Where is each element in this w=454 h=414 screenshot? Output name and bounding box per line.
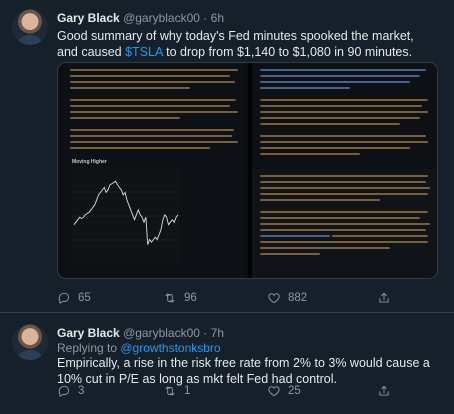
- reply-icon: [58, 292, 70, 304]
- article-image-right: [252, 63, 437, 278]
- tweet-header: Gary Black @garyblack00 · 7h: [57, 326, 224, 340]
- timestamp[interactable]: 6h: [211, 11, 224, 25]
- tweet[interactable]: Gary Black @garyblack00 · 7h Replying to…: [0, 313, 454, 414]
- retweet-icon: [165, 293, 175, 303]
- share-button[interactable]: [377, 383, 391, 399]
- share-icon: [379, 385, 389, 396]
- yield-chart: Moving Higher: [72, 159, 180, 263]
- cashtag-link[interactable]: $TSLA: [125, 45, 163, 59]
- media-image[interactable]: Moving Higher: [57, 62, 438, 279]
- reply-button[interactable]: 65: [57, 290, 91, 306]
- avatar[interactable]: [12, 9, 48, 45]
- retweet-count: 96: [184, 292, 197, 304]
- tweet-text: Good summary of why today's Fed minutes …: [57, 28, 437, 60]
- replying-to: Replying to @growthstonksbro: [57, 341, 221, 355]
- like-count: 882: [288, 292, 308, 304]
- like-icon: [268, 293, 280, 304]
- avatar[interactable]: [12, 324, 48, 360]
- article-page: Moving Higher: [64, 63, 244, 278]
- tweet-header: Gary Black @garyblack00 · 6h: [57, 11, 224, 25]
- reply-count: 65: [78, 292, 91, 304]
- like-button[interactable]: 25: [267, 383, 301, 399]
- retweet-button[interactable]: 1: [163, 383, 190, 399]
- like-icon: [268, 386, 280, 397]
- article-image-left: Moving Higher: [58, 63, 248, 278]
- reply-icon: [58, 385, 70, 397]
- share-button[interactable]: [377, 290, 391, 306]
- retweet-icon: [165, 386, 175, 396]
- replying-to-label: Replying to: [57, 341, 121, 355]
- retweet-count: 1: [184, 385, 191, 397]
- like-count: 25: [288, 385, 301, 397]
- tweet[interactable]: Gary Black @garyblack00 · 6h Good summar…: [0, 0, 454, 312]
- reply-count: 3: [78, 385, 85, 397]
- author-handle[interactable]: @garyblack00: [123, 326, 200, 340]
- timestamp[interactable]: 7h: [211, 326, 224, 340]
- tweet-text-part: to drop from $1,140 to $1,080 in 90 minu…: [162, 45, 413, 59]
- retweet-button[interactable]: 96: [163, 290, 197, 306]
- like-button[interactable]: 882: [267, 290, 307, 306]
- author-name[interactable]: Gary Black: [57, 11, 120, 25]
- author-name[interactable]: Gary Black: [57, 326, 120, 340]
- separator-dot: ·: [203, 326, 208, 340]
- author-handle[interactable]: @garyblack00: [123, 11, 200, 25]
- mention-link[interactable]: @growthstonksbro: [120, 341, 220, 355]
- article-quote-section: [252, 169, 437, 278]
- separator-dot: ·: [203, 11, 208, 25]
- chart-title: Moving Higher: [72, 159, 107, 165]
- article-page: [252, 63, 437, 278]
- chart-plot: [72, 169, 180, 263]
- reply-button[interactable]: 3: [57, 383, 84, 399]
- share-icon: [379, 292, 389, 303]
